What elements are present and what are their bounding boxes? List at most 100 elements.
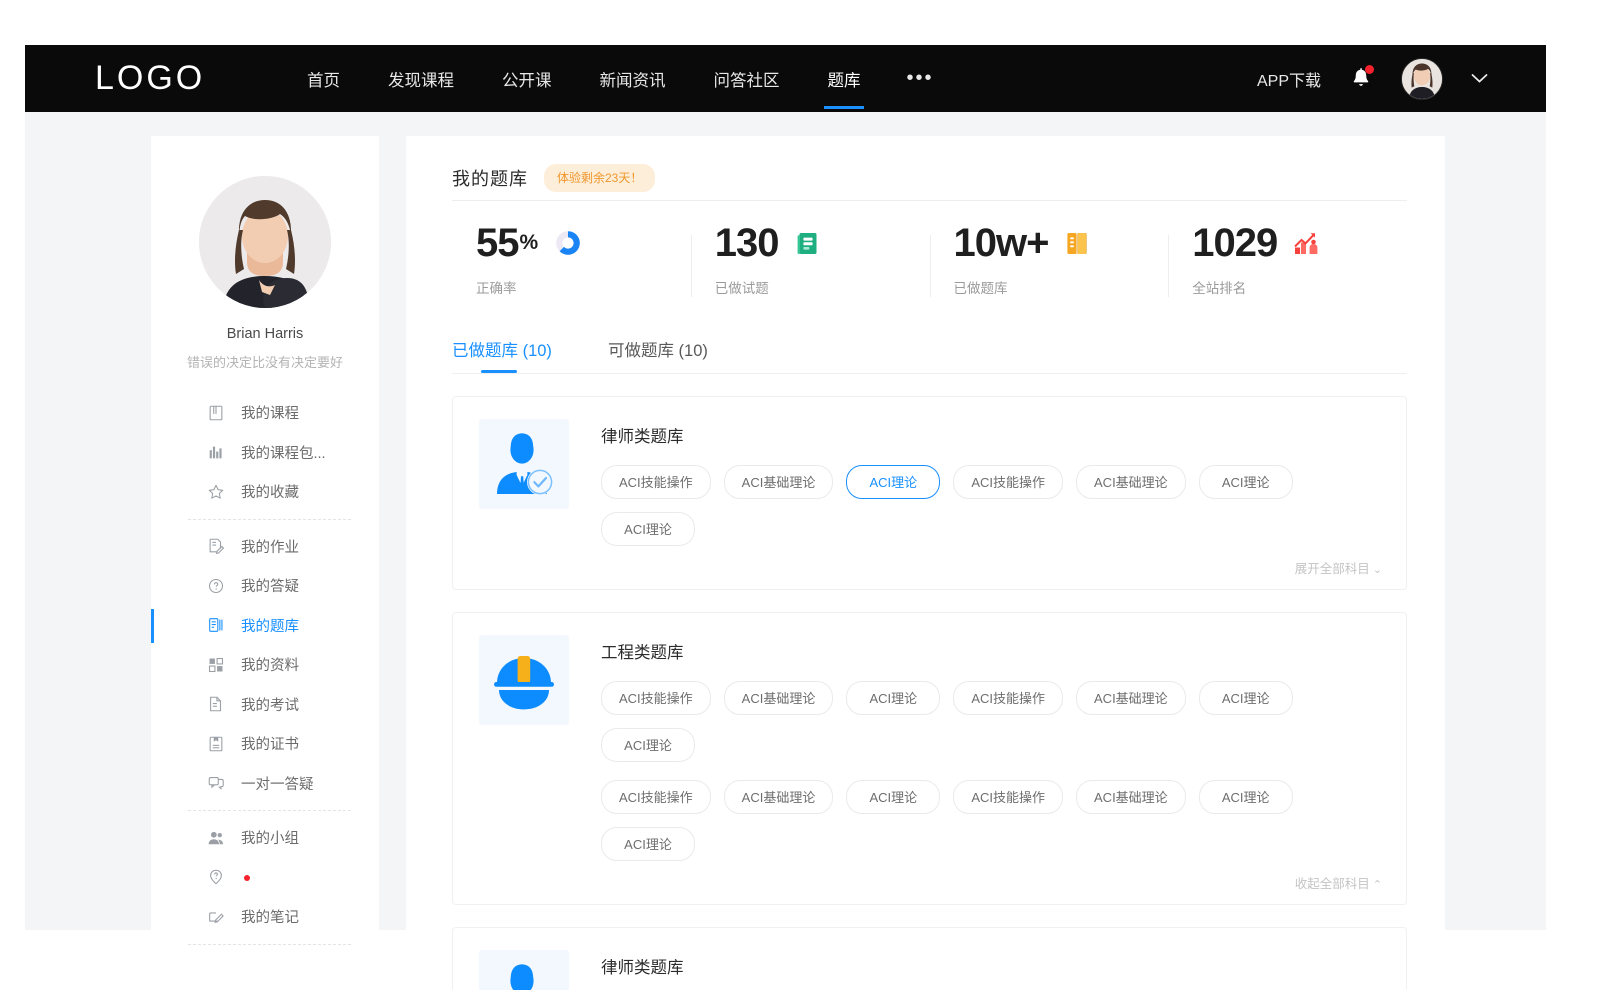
subject-tag[interactable]: ACI技能操作 <box>601 465 711 499</box>
exam-icon <box>207 695 225 713</box>
subject-tag[interactable]: ACI基础理论 <box>724 465 834 499</box>
sidebar-item-12[interactable]: 我的笔记 <box>151 897 379 937</box>
sidebar-divider <box>188 944 351 945</box>
subject-tag[interactable]: ACI基础理论 <box>724 681 834 715</box>
subject-tag[interactable]: ACI理论 <box>1199 465 1293 499</box>
nav-item-label: 题库 <box>828 67 861 91</box>
account-dropdown-button[interactable] <box>1471 73 1488 84</box>
stat-label: 正确率 <box>476 277 691 297</box>
sidebar-item-11[interactable] <box>151 858 379 898</box>
donut-chart-icon <box>554 229 582 257</box>
nav-item-2[interactable]: 公开课 <box>478 45 576 112</box>
subject-tag[interactable]: ACI技能操作 <box>953 681 1063 715</box>
subject-tag[interactable]: ACI基础理论 <box>724 780 834 814</box>
certificate-icon <box>207 735 225 753</box>
homework-icon <box>206 536 226 556</box>
question-bank-card[interactable]: 律师类题库ACI技能操作ACI基础理论ACI理论ACI技能操作ACI基础理论AC… <box>452 396 1407 590</box>
card-title: 律师类题库 <box>601 954 1382 978</box>
sidebar-item-label: 一对一答疑 <box>241 773 314 794</box>
stat-value-row: 1029 <box>1192 223 1407 263</box>
subject-tag-row: ACI技能操作 ACI基础理论 ACI理论 ACI技能操作 ACI基础理论 ACI理论 AC… <box>601 465 1382 546</box>
subject-tag[interactable]: ACI理论 <box>846 780 940 814</box>
subject-tag[interactable]: ACI基础理论 <box>1076 465 1186 499</box>
stat-label: 已做题库 <box>954 277 1169 297</box>
sidebar-item-label: 我的笔记 <box>241 906 299 927</box>
lawyer-icon <box>479 950 569 990</box>
sidebar-item-3[interactable]: 我的作业 <box>151 527 379 567</box>
subject-tag[interactable]: ACI技能操作 <box>601 681 711 715</box>
subject-tag[interactable]: ACI理论 <box>846 465 940 499</box>
subject-tag[interactable]: ACI理论 <box>601 827 695 861</box>
stat-value-row: 55% <box>476 223 691 263</box>
sidebar-item-0[interactable]: 我的课程 <box>151 393 379 433</box>
logo[interactable]: LOGO <box>95 59 225 98</box>
subject-tag[interactable]: ACI理论 <box>1199 681 1293 715</box>
sidebar-item-label: 我的证书 <box>241 733 299 754</box>
question-bank-card[interactable]: 律师类题库ACI技能操作ACI基础理论ACI理论ACI技能操作ACI基础理论AC… <box>452 927 1407 990</box>
subject-tag[interactable]: ACI基础理论 <box>1076 681 1186 715</box>
sidebar-item-label: 我的答疑 <box>241 575 299 596</box>
sidebar-divider <box>188 810 351 811</box>
subject-tag[interactable]: ACI理论 <box>601 512 695 546</box>
sidebar-item-8[interactable]: 我的证书 <box>151 724 379 764</box>
card-title: 工程类题库 <box>601 639 1382 663</box>
main-nav: 首页发现课程公开课新闻资讯问答社区题库 <box>283 45 885 112</box>
stat-value: 10w+ <box>954 223 1049 263</box>
tab-1[interactable]: 可做题库 (10) <box>608 337 708 373</box>
notification-bell-button[interactable] <box>1349 66 1373 92</box>
nav-item-1[interactable]: 发现课程 <box>364 45 478 112</box>
avatar[interactable] <box>1401 58 1443 100</box>
sidebar-item-10[interactable]: 我的小组 <box>151 818 379 858</box>
nav-item-5[interactable]: 题库 <box>804 45 885 112</box>
subject-tag[interactable]: ACI技能操作 <box>953 465 1063 499</box>
expand-subjects-label: 展开全部科目 <box>1295 562 1370 576</box>
subject-tag[interactable]: ACI理论 <box>1199 780 1293 814</box>
sidebar-item-1[interactable]: 我的课程包... <box>151 433 379 473</box>
tab-bar: 已做题库 (10) 可做题库 (10) <box>452 337 1445 373</box>
stat-value: 55 <box>476 223 519 263</box>
question-bank-card[interactable]: 工程类题库ACI技能操作ACI基础理论ACI理论ACI技能操作ACI基础理论AC… <box>452 612 1407 905</box>
materials-icon <box>207 656 225 674</box>
subject-tag-row: ACI技能操作 ACI基础理论 ACI理论 ACI技能操作 ACI基础理论 ACI理论 AC… <box>601 780 1382 861</box>
nav-item-3[interactable]: 新闻资讯 <box>576 45 690 112</box>
notification-dot <box>1365 65 1374 74</box>
expand-subjects-toggle[interactable]: 收起全部科目⌃ <box>601 873 1382 892</box>
donut-chart-icon <box>554 229 582 257</box>
card-body: 工程类题库ACI技能操作ACI基础理论ACI理论ACI技能操作ACI基础理论AC… <box>601 635 1382 892</box>
orange-book-icon <box>1064 230 1090 256</box>
book-icon <box>206 403 226 423</box>
expand-subjects-label: 收起全部科目 <box>1295 877 1370 891</box>
expand-subjects-toggle[interactable]: 展开全部科目⌄ <box>601 558 1382 577</box>
sidebar-item-7[interactable]: 我的考试 <box>151 685 379 725</box>
sidebar-item-13[interactable]: 我的积分 <box>151 952 379 957</box>
question-bank-icon <box>206 615 226 635</box>
subject-tag[interactable]: ACI技能操作 <box>601 780 711 814</box>
materials-icon <box>206 655 226 675</box>
app-page: LOGO 首页发现课程公开课新闻资讯问答社区题库 ••• APP下载 <box>0 0 1600 990</box>
sidebar-item-6[interactable]: 我的资料 <box>151 645 379 685</box>
sidebar-item-badge-dot <box>244 875 250 881</box>
star-icon <box>207 483 225 501</box>
sidebar-item-label: 我的题库 <box>241 615 299 636</box>
group-icon <box>206 828 226 848</box>
nav-item-0[interactable]: 首页 <box>283 45 364 112</box>
sidebar-item-4[interactable]: 我的答疑 <box>151 566 379 606</box>
stat-unit: % <box>520 231 539 255</box>
sidebar-item-label: 我的课程包... <box>241 442 326 463</box>
subject-tag[interactable]: ACI技能操作 <box>953 780 1063 814</box>
nav-item-label: 公开课 <box>502 67 552 91</box>
sidebar-item-9[interactable]: 一对一答疑 <box>151 764 379 804</box>
more-menu-icon[interactable]: ••• <box>885 45 956 112</box>
app-download-link[interactable]: APP下载 <box>1257 67 1321 91</box>
subject-tag[interactable]: ACI基础理论 <box>1076 780 1186 814</box>
nav-item-4[interactable]: 问答社区 <box>690 45 804 112</box>
subject-tag[interactable]: ACI理论 <box>846 681 940 715</box>
chat-icon <box>206 773 226 793</box>
sidebar-item-2[interactable]: 我的收藏 <box>151 472 379 512</box>
sidebar-item-label: 我的作业 <box>241 536 299 557</box>
tab-0[interactable]: 已做题库 (10) <box>452 337 552 373</box>
sidebar-item-5[interactable]: 我的题库 <box>151 606 379 646</box>
card-title: 律师类题库 <box>601 423 1382 447</box>
orange-book-icon <box>1064 230 1090 256</box>
subject-tag[interactable]: ACI理论 <box>601 728 695 762</box>
